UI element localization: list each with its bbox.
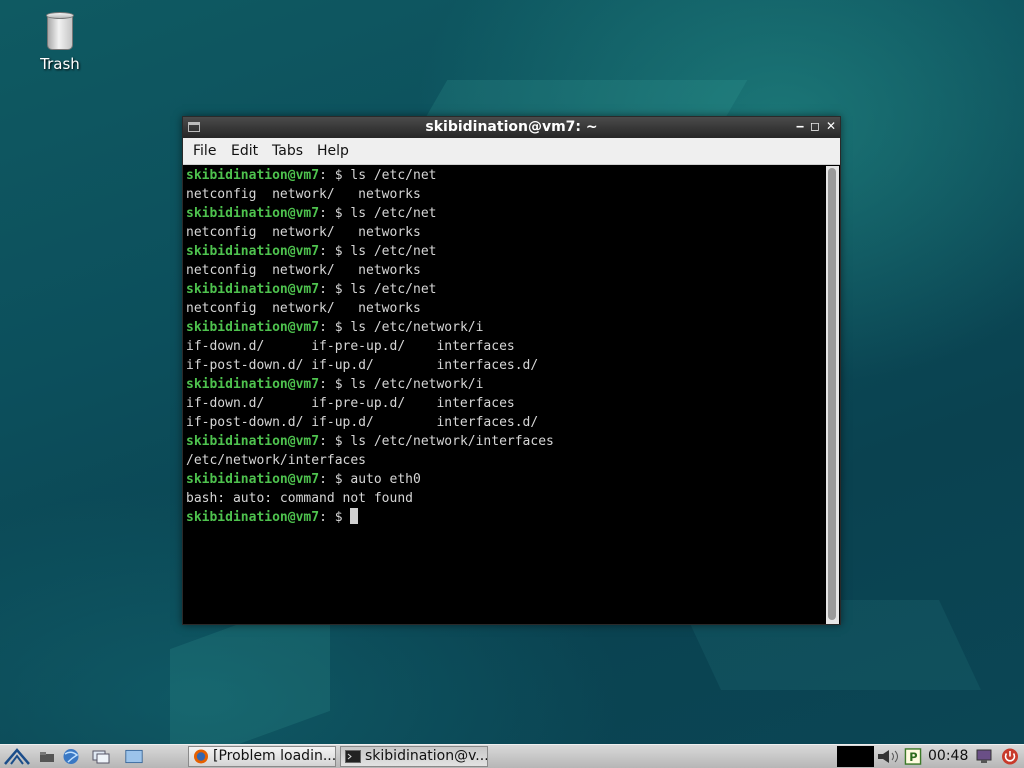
minimize-button[interactable]: ‒: [793, 119, 807, 133]
terminal-output-line: netconfig network/ networks: [184, 261, 826, 280]
menu-help[interactable]: Help: [317, 143, 349, 159]
output-text: if-post-down.d/ if-up.d/ interfaces.d/: [186, 358, 539, 373]
prompt-symbol: : $: [319, 472, 351, 487]
prompt-symbol: : $: [319, 377, 351, 392]
maximize-button[interactable]: ◻: [808, 119, 822, 133]
command-text: ls /etc/net: [350, 168, 437, 183]
command-text: ls /etc/net: [350, 244, 437, 259]
terminal-output-line: if-post-down.d/ if-up.d/ interfaces.d/: [184, 356, 826, 375]
desktop-icon-trash[interactable]: Trash: [30, 12, 90, 73]
terminal-scrollbar[interactable]: [826, 166, 839, 624]
prompt-user: skibidination@vm7: [186, 472, 320, 487]
terminal-command-line: skibidination@vm7: $ ls /etc/network/i: [184, 318, 826, 337]
terminal-launcher-icon[interactable]: [125, 748, 143, 765]
menu-tabs[interactable]: Tabs: [272, 143, 303, 159]
output-text: netconfig network/ networks: [186, 301, 421, 316]
terminal-output-line: netconfig network/ networks: [184, 223, 826, 242]
command-text: ls /etc/net: [350, 206, 437, 221]
trash-icon: [46, 12, 74, 50]
terminal-command-line: skibidination@vm7: $ ls /etc/network/i: [184, 375, 826, 394]
output-text: if-down.d/ if-pre-up.d/ interfaces: [186, 339, 515, 354]
clock[interactable]: 00:48: [928, 748, 968, 764]
task-button-label: [Problem loadin...: [213, 748, 336, 764]
terminal-command-line: skibidination@vm7: $ ls /etc/net: [184, 204, 826, 223]
taskbar: [Problem loadin... skibidination@v... P …: [0, 744, 1024, 768]
parcellite-icon[interactable]: P: [904, 748, 922, 765]
prompt-symbol: : $: [319, 320, 351, 335]
command-text: ls /etc/network/i: [350, 377, 484, 392]
terminal-output-line: netconfig network/ networks: [184, 299, 826, 318]
terminal-output[interactable]: skibidination@vm7: $ ls /etc/net netconfi…: [184, 166, 826, 624]
terminal-output-line: netconfig network/ networks: [184, 185, 826, 204]
prompt-symbol: : $: [319, 510, 351, 525]
terminal-command-line: skibidination@vm7: $ auto eth0: [184, 470, 826, 489]
file-manager-icon[interactable]: [38, 748, 56, 765]
desktop-icon-label: Trash: [40, 55, 80, 73]
terminal-command-line: skibidination@vm7: $ ls /etc/net: [184, 242, 826, 261]
prompt-user: skibidination@vm7: [186, 434, 320, 449]
volume-icon[interactable]: [876, 748, 902, 765]
prompt-user: skibidination@vm7: [186, 320, 320, 335]
menu-icon[interactable]: [3, 747, 31, 765]
terminal-command-line: skibidination@vm7: $ ls /etc/net: [184, 280, 826, 299]
prompt-symbol: : $: [319, 168, 351, 183]
terminal-command-line: skibidination@vm7: $: [184, 508, 826, 527]
prompt-user: skibidination@vm7: [186, 206, 320, 221]
browser-icon[interactable]: [62, 748, 80, 765]
close-button[interactable]: ✕: [824, 119, 838, 133]
command-text: auto eth0: [350, 472, 421, 487]
network-icon[interactable]: [975, 748, 993, 765]
task-button-browser[interactable]: [Problem loadin...: [188, 746, 336, 767]
menu-file[interactable]: File: [193, 143, 216, 159]
output-text: netconfig network/ networks: [186, 225, 421, 240]
terminal-output-line: bash: auto: command not found: [184, 489, 826, 508]
task-button-label: skibidination@v...: [365, 748, 488, 764]
cpu-monitor: [837, 746, 874, 767]
output-text: if-down.d/ if-pre-up.d/ interfaces: [186, 396, 515, 411]
terminal-command-line: skibidination@vm7: $ ls /etc/network/int…: [184, 432, 826, 451]
prompt-user: skibidination@vm7: [186, 510, 320, 525]
prompt-symbol: : $: [319, 282, 351, 297]
terminal-command-line: skibidination@vm7: $ ls /etc/net: [184, 166, 826, 185]
text-cursor: [350, 508, 359, 524]
output-text: bash: auto: command not found: [186, 491, 413, 506]
terminal-output-line: if-down.d/ if-pre-up.d/ interfaces: [184, 337, 826, 356]
prompt-user: skibidination@vm7: [186, 377, 320, 392]
terminal-output-line: if-post-down.d/ if-up.d/ interfaces.d/: [184, 413, 826, 432]
terminal-icon: [345, 750, 361, 763]
scrollbar-thumb[interactable]: [828, 168, 836, 620]
terminal-window[interactable]: skibidination@vm7: ~ ‒ ◻ ✕ File Edit Tab…: [182, 116, 841, 625]
desktop: Trash skibidination@vm7: ~ ‒ ◻ ✕ File Ed…: [0, 0, 1024, 744]
prompt-symbol: : $: [319, 206, 351, 221]
output-text: netconfig network/ networks: [186, 187, 421, 202]
menu-edit[interactable]: Edit: [231, 143, 258, 159]
prompt-user: skibidination@vm7: [186, 282, 320, 297]
prompt-user: skibidination@vm7: [186, 168, 320, 183]
output-text: /etc/network/interfaces: [186, 453, 367, 468]
menubar: File Edit Tabs Help: [183, 138, 840, 165]
task-button-terminal[interactable]: skibidination@v...: [340, 746, 488, 767]
show-desktop-icon[interactable]: [92, 748, 110, 765]
firefox-icon: [194, 749, 208, 764]
window-title: skibidination@vm7: ~: [425, 119, 598, 135]
terminal-output-line: /etc/network/interfaces: [184, 451, 826, 470]
terminal-output-line: if-down.d/ if-pre-up.d/ interfaces: [184, 394, 826, 413]
command-text: ls /etc/network/i: [350, 320, 484, 335]
prompt-symbol: : $: [319, 434, 351, 449]
prompt-symbol: : $: [319, 244, 351, 259]
output-text: if-post-down.d/ if-up.d/ interfaces.d/: [186, 415, 539, 430]
command-text: ls /etc/net: [350, 282, 437, 297]
command-text: ls /etc/network/interfaces: [350, 434, 554, 449]
output-text: netconfig network/ networks: [186, 263, 421, 278]
prompt-user: skibidination@vm7: [186, 244, 320, 259]
power-icon[interactable]: [1001, 748, 1019, 765]
window-titlebar[interactable]: skibidination@vm7: ~ ‒ ◻ ✕: [183, 117, 840, 138]
svg-text:P: P: [909, 750, 917, 764]
